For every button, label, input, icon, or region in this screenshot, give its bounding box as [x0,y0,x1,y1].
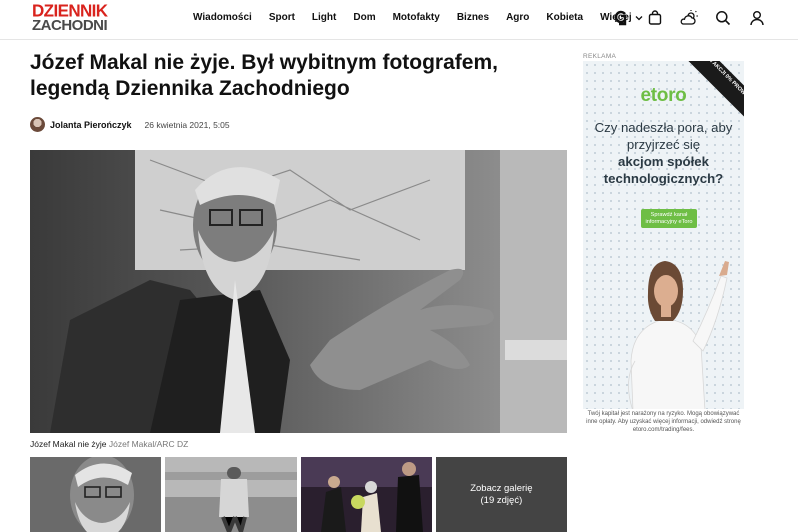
ad-headline-line2: przyjrzeć się [626,137,701,152]
ad-headline-bold2: technologicznych? [603,171,724,186]
header-icons [612,9,766,27]
site-header: DZIENNIK ZACHODNI Wiadomości Sport Light… [0,0,798,40]
nav-wiadomosci[interactable]: Wiadomości [193,12,252,23]
nav-kobieta[interactable]: Kobieta [546,12,583,23]
article-title: Józef Makal nie żyje. Był wybitnym fotog… [30,51,498,100]
etoro-ad[interactable]: 100% AKCJI 0% PROWIZJI etoro Czy nadeszł… [583,61,744,409]
nav-biznes[interactable]: Biznes [457,12,489,23]
etoro-logo: etoro [640,85,687,106]
ad-headline-line1: Czy nadeszła pora, aby [594,120,733,135]
search-icon[interactable] [714,9,732,27]
image-caption: Józef Makal nie żyje Józef Makal/ARC DZ [30,439,188,449]
weather-icon[interactable] [680,9,698,27]
gallery-thumb[interactable] [300,457,432,532]
author-avatar[interactable] [30,117,45,132]
ad-headline-bold1: akcjom spółek [618,154,709,169]
caption-source: Józef Makal/ARC DZ [108,439,189,449]
logo-line1: DZIENNIK [32,0,108,21]
publish-date: 26 kwietnia 2021, 5:05 [144,119,230,130]
byline: Jolanta Pierończyk 26 kwietnia 2021, 5:0… [30,117,230,132]
gallery-count: (19 zdjęć) [480,494,523,506]
ad-headline: Czy nadeszła pora, aby przyjrzeć się akc… [591,119,736,187]
ad-disclaimer: Twój kapitał jest narażony na ryzyko. Mo… [586,411,741,433]
see-gallery-button[interactable]: Zobacz galerię (19 zdjęć) [435,457,567,532]
nav-motofakty[interactable]: Motofakty [393,12,440,23]
bag-icon[interactable] [646,9,664,27]
site-logo[interactable]: DZIENNIK ZACHODNI [32,0,118,34]
gallery-thumbnails: Zobacz galerię (19 zdjęć) [30,457,567,532]
caption-text: Józef Makal nie żyje [30,439,107,449]
user-icon[interactable] [748,9,766,27]
ad-model-image [628,261,729,409]
gallery-label: Zobacz galerię [470,482,533,494]
nav-dom[interactable]: Dom [353,12,375,23]
g-logo-icon[interactable] [612,9,630,27]
nav-agro[interactable]: Agro [506,12,529,23]
gallery-thumb[interactable] [30,457,162,532]
nav-light[interactable]: Light [312,12,336,23]
author-name[interactable]: Jolanta Pierończyk [50,120,132,130]
ad-label: REKLAMA [583,53,617,60]
logo-line2: ZACHODNI [32,17,108,34]
ad-cta-button[interactable]: Sprawdź kanał informacyjny eToro [641,209,697,228]
gallery-thumb[interactable] [165,457,297,532]
hero-image[interactable] [30,150,567,433]
main-nav: Wiadomości Sport Light Dom Motofakty Biz… [193,12,660,23]
nav-sport[interactable]: Sport [269,12,295,23]
